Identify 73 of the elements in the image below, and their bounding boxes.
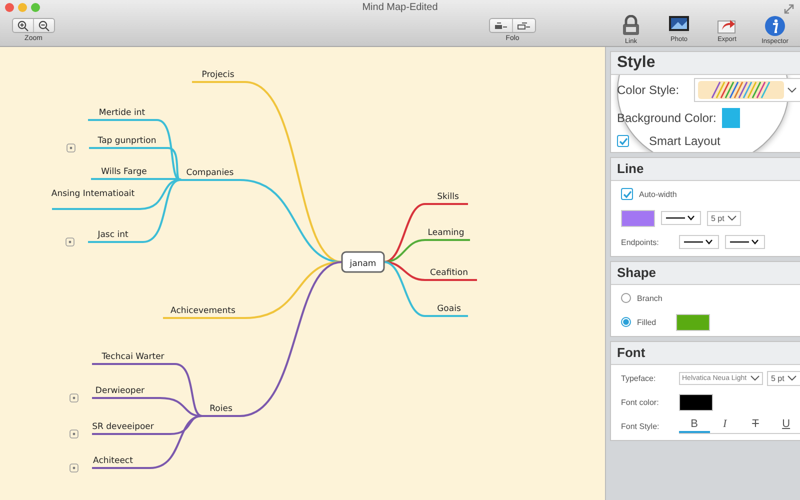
color-swatch[interactable] <box>722 108 740 128</box>
section-title: Style <box>617 54 656 71</box>
info-icon <box>764 15 786 37</box>
radio-label: Filled <box>637 318 656 326</box>
checkbox[interactable] <box>617 135 629 147</box>
subtopic-label[interactable]: Derwieoper <box>95 386 145 396</box>
central-topic[interactable]: janam <box>341 251 385 273</box>
close-button[interactable] <box>5 3 14 12</box>
line-style-dropdown[interactable] <box>661 211 701 225</box>
color-style-dropdown[interactable] <box>694 78 800 102</box>
radio-button[interactable] <box>621 293 631 303</box>
zoom-out-icon <box>38 20 50 32</box>
field-label: Endpoints: <box>621 238 660 246</box>
photo-icon <box>668 15 690 35</box>
subtopic-label[interactable]: SR deveeipoer <box>92 422 154 432</box>
topic-label[interactable]: Leaming <box>428 228 464 238</box>
field-label: Font Style: <box>621 422 660 430</box>
subtopic-label[interactable]: Techcai Warter <box>102 352 164 362</box>
topic-label[interactable]: Goais <box>437 304 461 314</box>
unfold-icon <box>517 22 531 30</box>
checkbox-label: Auto-width <box>639 190 677 198</box>
field-label: Font color: <box>621 398 660 406</box>
topic-label[interactable]: Ceafition <box>430 268 468 278</box>
line-width-dropdown[interactable]: 5 pt <box>707 210 742 226</box>
checkbox-label: Smart Layout <box>649 134 720 148</box>
subtopic-label[interactable]: Wills Farge <box>101 167 147 177</box>
line-sample-icon <box>665 214 697 222</box>
color-swatch[interactable] <box>621 210 655 226</box>
chevron-down-icon <box>787 87 798 93</box>
font-style-button[interactable]: T <box>740 418 771 433</box>
color-swatch[interactable] <box>676 314 710 330</box>
chain-link-icon <box>620 15 642 37</box>
radio-label: Branch <box>637 294 662 302</box>
checkbox[interactable] <box>621 188 633 200</box>
field-label: Typeface: <box>621 374 657 382</box>
expand-icon[interactable] <box>70 430 78 438</box>
fullscreen-icon[interactable] <box>784 4 794 14</box>
endpoint-dropdown[interactable] <box>725 235 765 249</box>
rainbow-swatch-icon <box>698 81 784 99</box>
field-label: Color Style: <box>617 83 680 97</box>
field-label: Background Color: <box>617 111 716 125</box>
section-title: Line <box>617 161 644 176</box>
subtopic-label[interactable]: Tap gunprtion <box>98 136 156 146</box>
font-style-button[interactable]: B <box>679 418 710 433</box>
fold-icon <box>494 22 508 30</box>
topic-label[interactable]: Companies <box>186 168 234 178</box>
zoom-in-icon <box>17 20 29 32</box>
endpoint-dropdown[interactable] <box>679 235 719 249</box>
subtopic-label[interactable]: Jasc int <box>98 230 128 240</box>
topic-label[interactable]: Skills <box>437 192 459 202</box>
expand-icon[interactable] <box>70 464 78 472</box>
chevron-down-icon <box>787 375 798 381</box>
subtopic-label[interactable]: Mertide int <box>98 108 146 118</box>
subtopic-label[interactable]: Achiteect <box>93 456 133 466</box>
font-style-button[interactable]: U <box>770 418 800 433</box>
expand-icon[interactable] <box>66 238 74 246</box>
window-title: Mind Map-Edited <box>361 2 439 13</box>
section-title: Shape <box>617 265 656 280</box>
chevron-down-icon <box>750 375 760 381</box>
section-title: Font <box>617 345 646 360</box>
expand-icon[interactable] <box>66 144 76 152</box>
topic-label[interactable]: Projecis <box>202 70 234 80</box>
line-sample-icon <box>683 238 715 246</box>
expand-icon[interactable] <box>70 394 78 402</box>
subtopic-label[interactable]: Ansing Intematioait <box>51 189 135 199</box>
radio-button[interactable] <box>621 317 631 327</box>
chevron-down-icon <box>727 215 738 221</box>
line-sample-icon <box>729 238 761 246</box>
topic-label[interactable]: Achicevements <box>170 306 236 316</box>
topic-label[interactable]: Roies <box>210 404 232 414</box>
color-swatch[interactable] <box>679 394 713 410</box>
font-size-dropdown[interactable]: 5 pt <box>767 370 800 386</box>
font-style-button[interactable]: I <box>710 418 740 433</box>
